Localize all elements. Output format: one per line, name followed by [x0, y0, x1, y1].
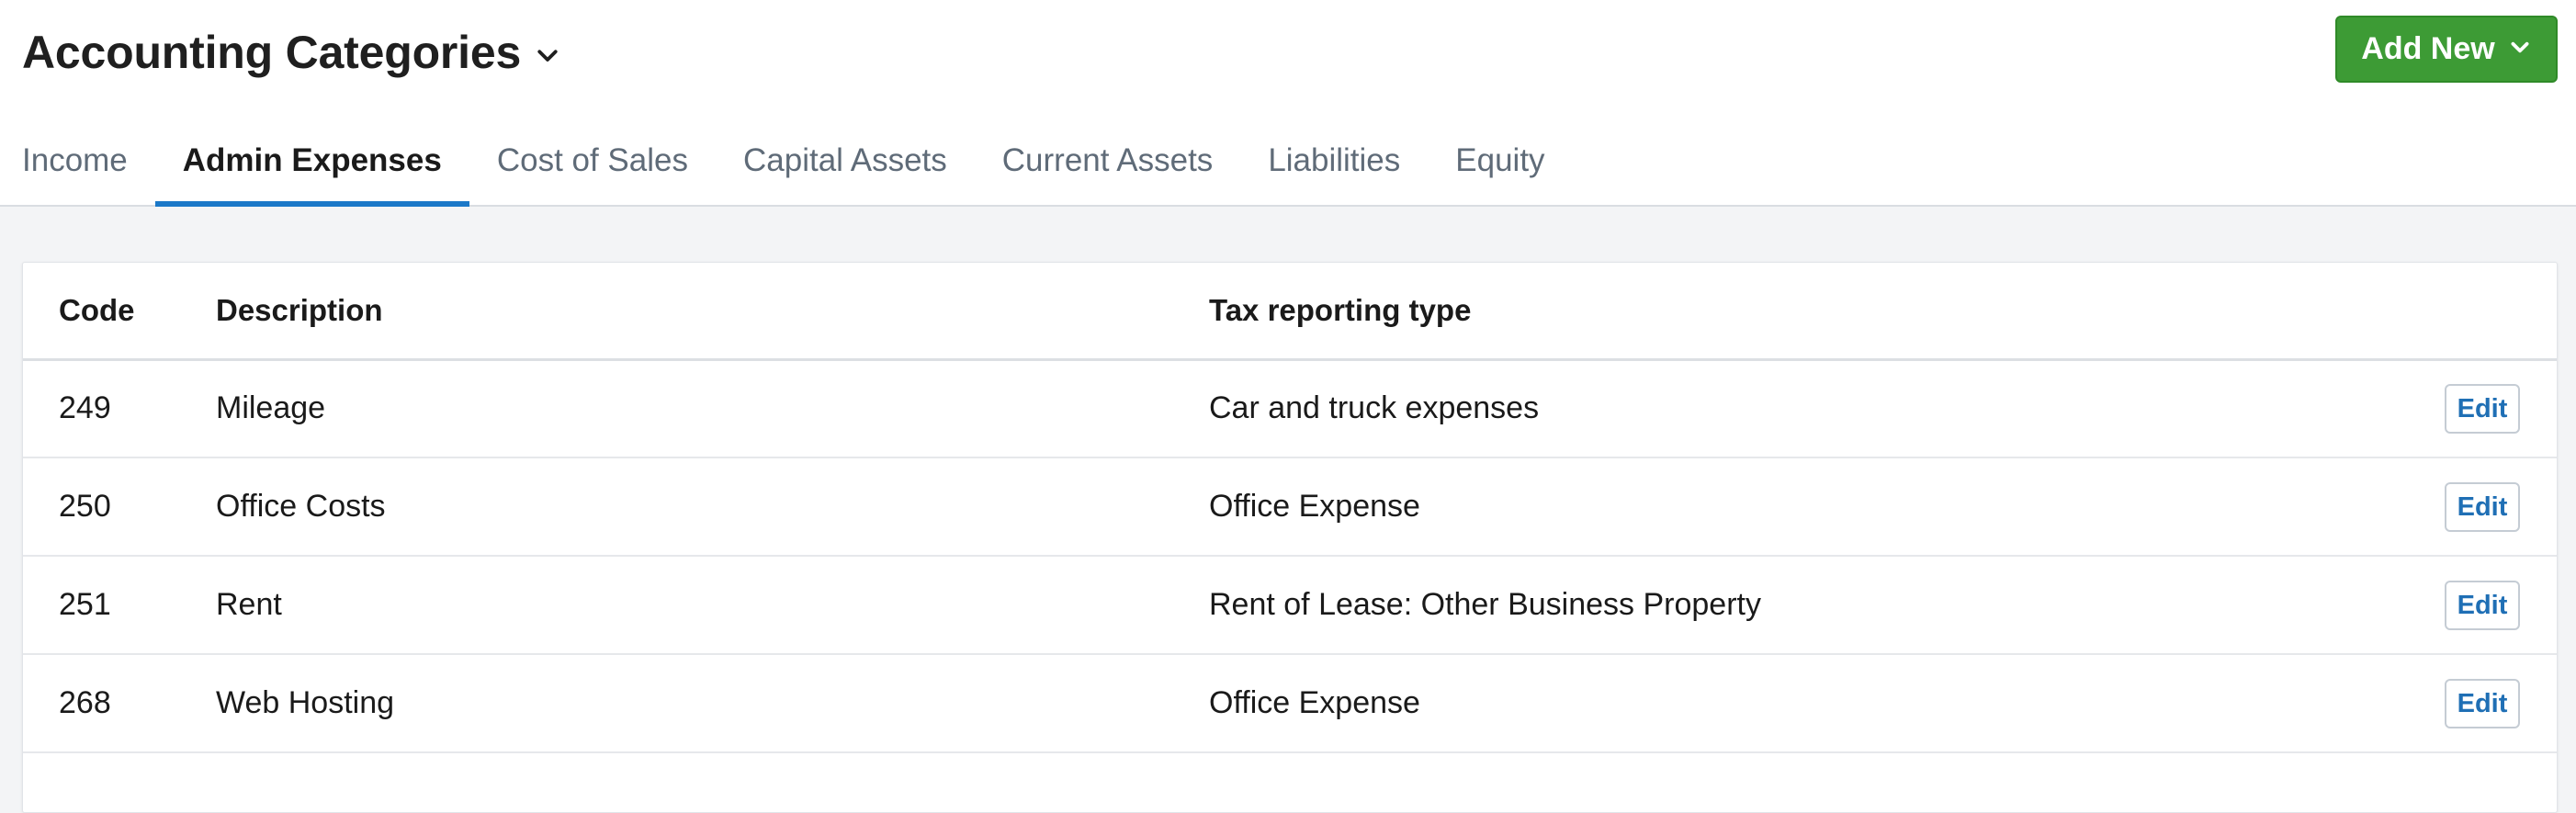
- column-header-tax-reporting-type: Tax reporting type: [1209, 263, 2445, 361]
- page-title: Accounting Categories: [22, 27, 522, 78]
- chevron-down-icon: [2508, 31, 2532, 67]
- table-row: 251 Rent Rent of Lease: Other Business P…: [23, 556, 2557, 655]
- category-tabs: Income Admin Expenses Cost of Sales Capi…: [0, 126, 1573, 207]
- table-row: 250 Office Costs Office Expense Edit: [23, 457, 2557, 557]
- row-description: Office Costs: [216, 457, 1209, 557]
- column-header-code: Code: [23, 263, 216, 361]
- row-actions: Edit: [2445, 359, 2557, 458]
- categories-table: Code Description Tax reporting type 249 …: [23, 263, 2557, 753]
- row-tax-type: Rent of Lease: Other Business Property: [1209, 556, 2445, 655]
- table-row: 268 Web Hosting Office Expense Edit: [23, 654, 2557, 753]
- row-tax-type: Office Expense: [1209, 654, 2445, 753]
- row-actions: Edit: [2445, 457, 2557, 557]
- row-tax-type: Car and truck expenses: [1209, 359, 2445, 458]
- tab-cost-of-sales[interactable]: Cost of Sales: [469, 126, 716, 207]
- page-header: Accounting Categories Add New Income Adm…: [0, 0, 2576, 207]
- edit-button[interactable]: Edit: [2445, 383, 2520, 434]
- column-header-description: Description: [216, 263, 1209, 361]
- row-description: Mileage: [216, 359, 1209, 458]
- tab-current-assets[interactable]: Current Assets: [975, 126, 1241, 207]
- table-header-row: Code Description Tax reporting type: [23, 263, 2557, 361]
- tab-liabilities[interactable]: Liabilities: [1240, 126, 1428, 207]
- tab-income[interactable]: Income: [0, 126, 155, 207]
- chevron-down-icon: [534, 41, 561, 69]
- edit-button[interactable]: Edit: [2445, 481, 2520, 532]
- row-code: 250: [23, 457, 216, 557]
- row-code: 251: [23, 556, 216, 655]
- categories-table-card: Code Description Tax reporting type 249 …: [22, 262, 2558, 813]
- add-new-label: Add New: [2361, 31, 2495, 66]
- add-new-button[interactable]: Add New: [2335, 16, 2558, 83]
- edit-button[interactable]: Edit: [2445, 678, 2520, 728]
- edit-button[interactable]: Edit: [2445, 580, 2520, 630]
- tab-capital-assets[interactable]: Capital Assets: [716, 126, 975, 207]
- title-dropdown[interactable]: Accounting Categories: [22, 26, 561, 79]
- tab-equity[interactable]: Equity: [1428, 126, 1572, 207]
- row-actions: Edit: [2445, 556, 2557, 655]
- row-description: Rent: [216, 556, 1209, 655]
- row-actions: Edit: [2445, 654, 2557, 753]
- row-tax-type: Office Expense: [1209, 457, 2445, 557]
- row-description: Web Hosting: [216, 654, 1209, 753]
- table-row: 249 Mileage Car and truck expenses Edit: [23, 359, 2557, 458]
- tab-admin-expenses[interactable]: Admin Expenses: [154, 126, 469, 207]
- column-header-actions: [2445, 263, 2557, 361]
- row-code: 268: [23, 654, 216, 753]
- row-code: 249: [23, 359, 216, 458]
